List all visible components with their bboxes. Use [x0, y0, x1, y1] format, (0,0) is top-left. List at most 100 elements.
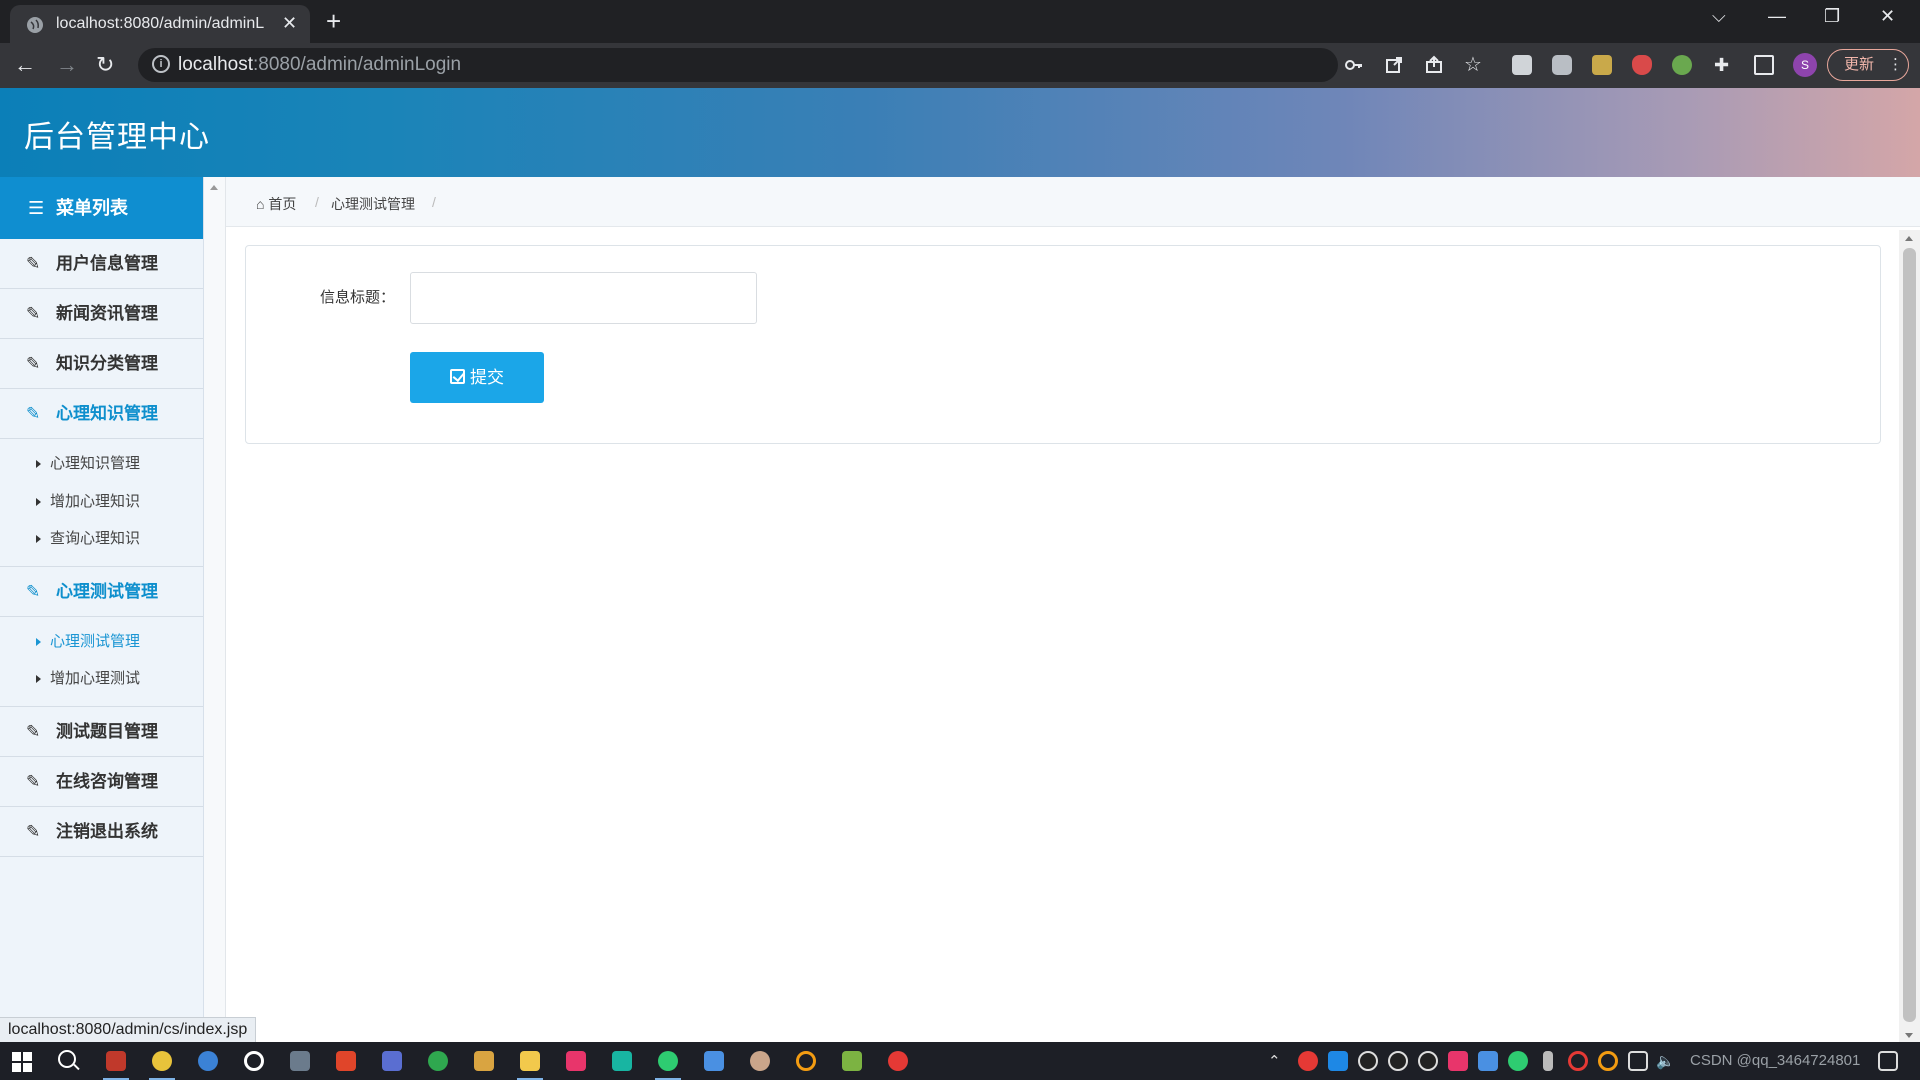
minimize-icon[interactable]: — — [1768, 6, 1786, 27]
image-extension-icon[interactable] — [1592, 55, 1612, 75]
avatar[interactable]: S — [1793, 53, 1817, 77]
translate-extension-icon[interactable] — [1512, 55, 1532, 75]
sync-icon[interactable] — [428, 1051, 448, 1071]
forward-icon[interactable]: → — [56, 53, 78, 77]
chevron-down-icon[interactable]: ⌵ — [1712, 6, 1726, 27]
browser-toolbar: ← → ↻ i localhost:8080/admin/adminLogin … — [0, 43, 1920, 88]
scroll-up-icon[interactable] — [210, 185, 218, 190]
window-close-icon[interactable]: ✕ — [1880, 6, 1895, 27]
tray-app-icon[interactable] — [1328, 1051, 1348, 1071]
submenu-psych-knowledge: 心理知识管理 增加心理知识 查询心理知识 — [0, 439, 203, 567]
volume-icon[interactable]: 🔈 — [1656, 1052, 1675, 1070]
app-icon-pink[interactable] — [566, 1051, 586, 1071]
sub-item-psych-knowledge-manage[interactable]: 心理知识管理 — [0, 445, 203, 483]
qq-icon[interactable] — [1388, 1051, 1408, 1071]
shield-extension-icon[interactable] — [1632, 55, 1652, 75]
breadcrumb-separator: / — [432, 194, 436, 210]
folder-icon[interactable] — [520, 1051, 540, 1071]
sidebar-item-news[interactable]: ✎ 新闻资讯管理 — [0, 289, 203, 339]
app-icon-purple[interactable] — [382, 1051, 402, 1071]
sidebar-item-knowledge-category[interactable]: ✎ 知识分类管理 — [0, 339, 203, 389]
edit-icon: ✎ — [26, 821, 41, 841]
sidebar-item-label: 知识分类管理 — [56, 354, 158, 373]
share-icon[interactable] — [1424, 55, 1444, 75]
sidebar-item-label: 用户信息管理 — [56, 254, 158, 273]
notification-icon[interactable] — [1878, 1051, 1898, 1071]
sidebar-item-user-info[interactable]: ✎ 用户信息管理 — [0, 239, 203, 289]
browser-tab-strip: localhost:8080/admin/adminL ✕ + ⌵ — ❐ ✕ — [0, 0, 1920, 43]
app-icon-ide[interactable] — [106, 1051, 126, 1071]
app-icon-terminal[interactable] — [290, 1051, 310, 1071]
sidebar-item-psych-knowledge[interactable]: ✎ 心理知识管理 — [0, 389, 203, 439]
windows-start-icon[interactable] — [12, 1052, 32, 1072]
sub-item-query-psych-knowledge[interactable]: 查询心理知识 — [0, 520, 203, 558]
leaf-extension-icon[interactable] — [1672, 55, 1692, 75]
weibo-icon[interactable] — [1298, 1051, 1318, 1071]
sub-item-add-psych-test[interactable]: 增加心理测试 — [0, 660, 203, 698]
sidebar-item-label: 新闻资讯管理 — [56, 304, 158, 323]
app-icon-blue[interactable] — [704, 1051, 724, 1071]
check-square-icon — [450, 369, 465, 384]
scroll-up-icon[interactable] — [1905, 236, 1913, 241]
reload-icon[interactable]: ↻ — [96, 53, 114, 77]
qq-icon[interactable] — [1418, 1051, 1438, 1071]
record-tray-icon[interactable] — [1568, 1051, 1588, 1071]
app-icon-avatar[interactable] — [750, 1051, 770, 1071]
breadcrumb-home[interactable]: ⌂ 首页 — [256, 194, 296, 214]
sidebar-item-label: 注销退出系统 — [56, 821, 158, 841]
sub-item-add-psych-knowledge[interactable]: 增加心理知识 — [0, 483, 203, 521]
browser-tab[interactable]: localhost:8080/admin/adminL ✕ — [10, 5, 310, 43]
sub-item-psych-test-manage[interactable]: 心理测试管理 — [0, 623, 203, 661]
chrome-icon[interactable] — [152, 1051, 172, 1071]
sidebar-item-logout[interactable]: ✎ 注销退出系统 — [0, 807, 203, 857]
close-icon[interactable]: ✕ — [282, 13, 297, 33]
scrollbar-thumb[interactable] — [1903, 248, 1916, 1022]
app-icon-teal[interactable] — [612, 1051, 632, 1071]
page-title: 后台管理中心 — [24, 121, 210, 154]
tab-title: localhost:8080/admin/adminL — [56, 15, 265, 32]
search-tray-icon[interactable] — [1598, 1051, 1618, 1071]
new-tab-button[interactable]: + — [326, 6, 341, 36]
open-external-icon[interactable] — [1384, 55, 1404, 75]
network-icon[interactable] — [1628, 1051, 1648, 1071]
app-header: 后台管理中心 — [0, 88, 1920, 177]
address-bar[interactable]: i localhost:8080/admin/adminLogin — [138, 48, 1338, 82]
camera-extension-icon[interactable] — [1552, 55, 1572, 75]
tray-chevron-up-icon[interactable]: ⌃ — [1268, 1052, 1281, 1070]
submit-button[interactable]: 提交 — [410, 352, 544, 403]
puzzle-extensions-icon[interactable]: ✚ — [1714, 55, 1734, 75]
microphone-icon[interactable] — [1543, 1051, 1553, 1071]
wechat-icon[interactable] — [658, 1051, 678, 1071]
restore-icon[interactable]: ❐ — [1824, 6, 1840, 27]
scroll-down-icon[interactable] — [1905, 1033, 1913, 1038]
tray-app-pink-icon[interactable] — [1448, 1051, 1468, 1071]
tray-app-blue-icon[interactable] — [1478, 1051, 1498, 1071]
qq-icon[interactable] — [1358, 1051, 1378, 1071]
title-input[interactable] — [410, 272, 757, 324]
app-icon-archive[interactable] — [474, 1051, 494, 1071]
back-icon[interactable]: ← — [14, 53, 36, 77]
record-red-icon[interactable] — [888, 1051, 908, 1071]
watermark-text: CSDN @qq_3464724801 — [1690, 1052, 1861, 1069]
sidebar-scrollbar[interactable] — [204, 177, 226, 1042]
app-icon-red[interactable] — [336, 1051, 356, 1071]
update-button[interactable]: 更新 ⋮ — [1827, 49, 1909, 81]
form-panel: 信息标题： 提交 — [245, 245, 1881, 444]
sidebar-header: ☰ 菜单列表 — [0, 177, 203, 239]
sidebar-item-test-questions[interactable]: ✎ 测试题目管理 — [0, 707, 203, 757]
record-icon[interactable] — [244, 1051, 264, 1071]
side-panel-icon[interactable] — [1754, 55, 1774, 75]
search-tool-icon[interactable] — [796, 1051, 816, 1071]
caret-right-icon — [36, 637, 41, 646]
url-text: localhost:8080/admin/adminLogin — [178, 54, 462, 75]
search-icon[interactable] — [58, 1050, 76, 1068]
app-icon-image[interactable] — [842, 1051, 862, 1071]
bookmark-star-icon[interactable]: ☆ — [1464, 55, 1484, 75]
sidebar-item-psych-test[interactable]: ✎ 心理测试管理 — [0, 567, 203, 617]
info-icon[interactable]: i — [152, 55, 170, 73]
main-scrollbar[interactable] — [1899, 230, 1920, 1042]
key-icon[interactable] — [1344, 55, 1364, 75]
sidebar-item-online-consult[interactable]: ✎ 在线咨询管理 — [0, 757, 203, 807]
wechat-tray-icon[interactable] — [1508, 1051, 1528, 1071]
browser-icon[interactable] — [198, 1051, 218, 1071]
